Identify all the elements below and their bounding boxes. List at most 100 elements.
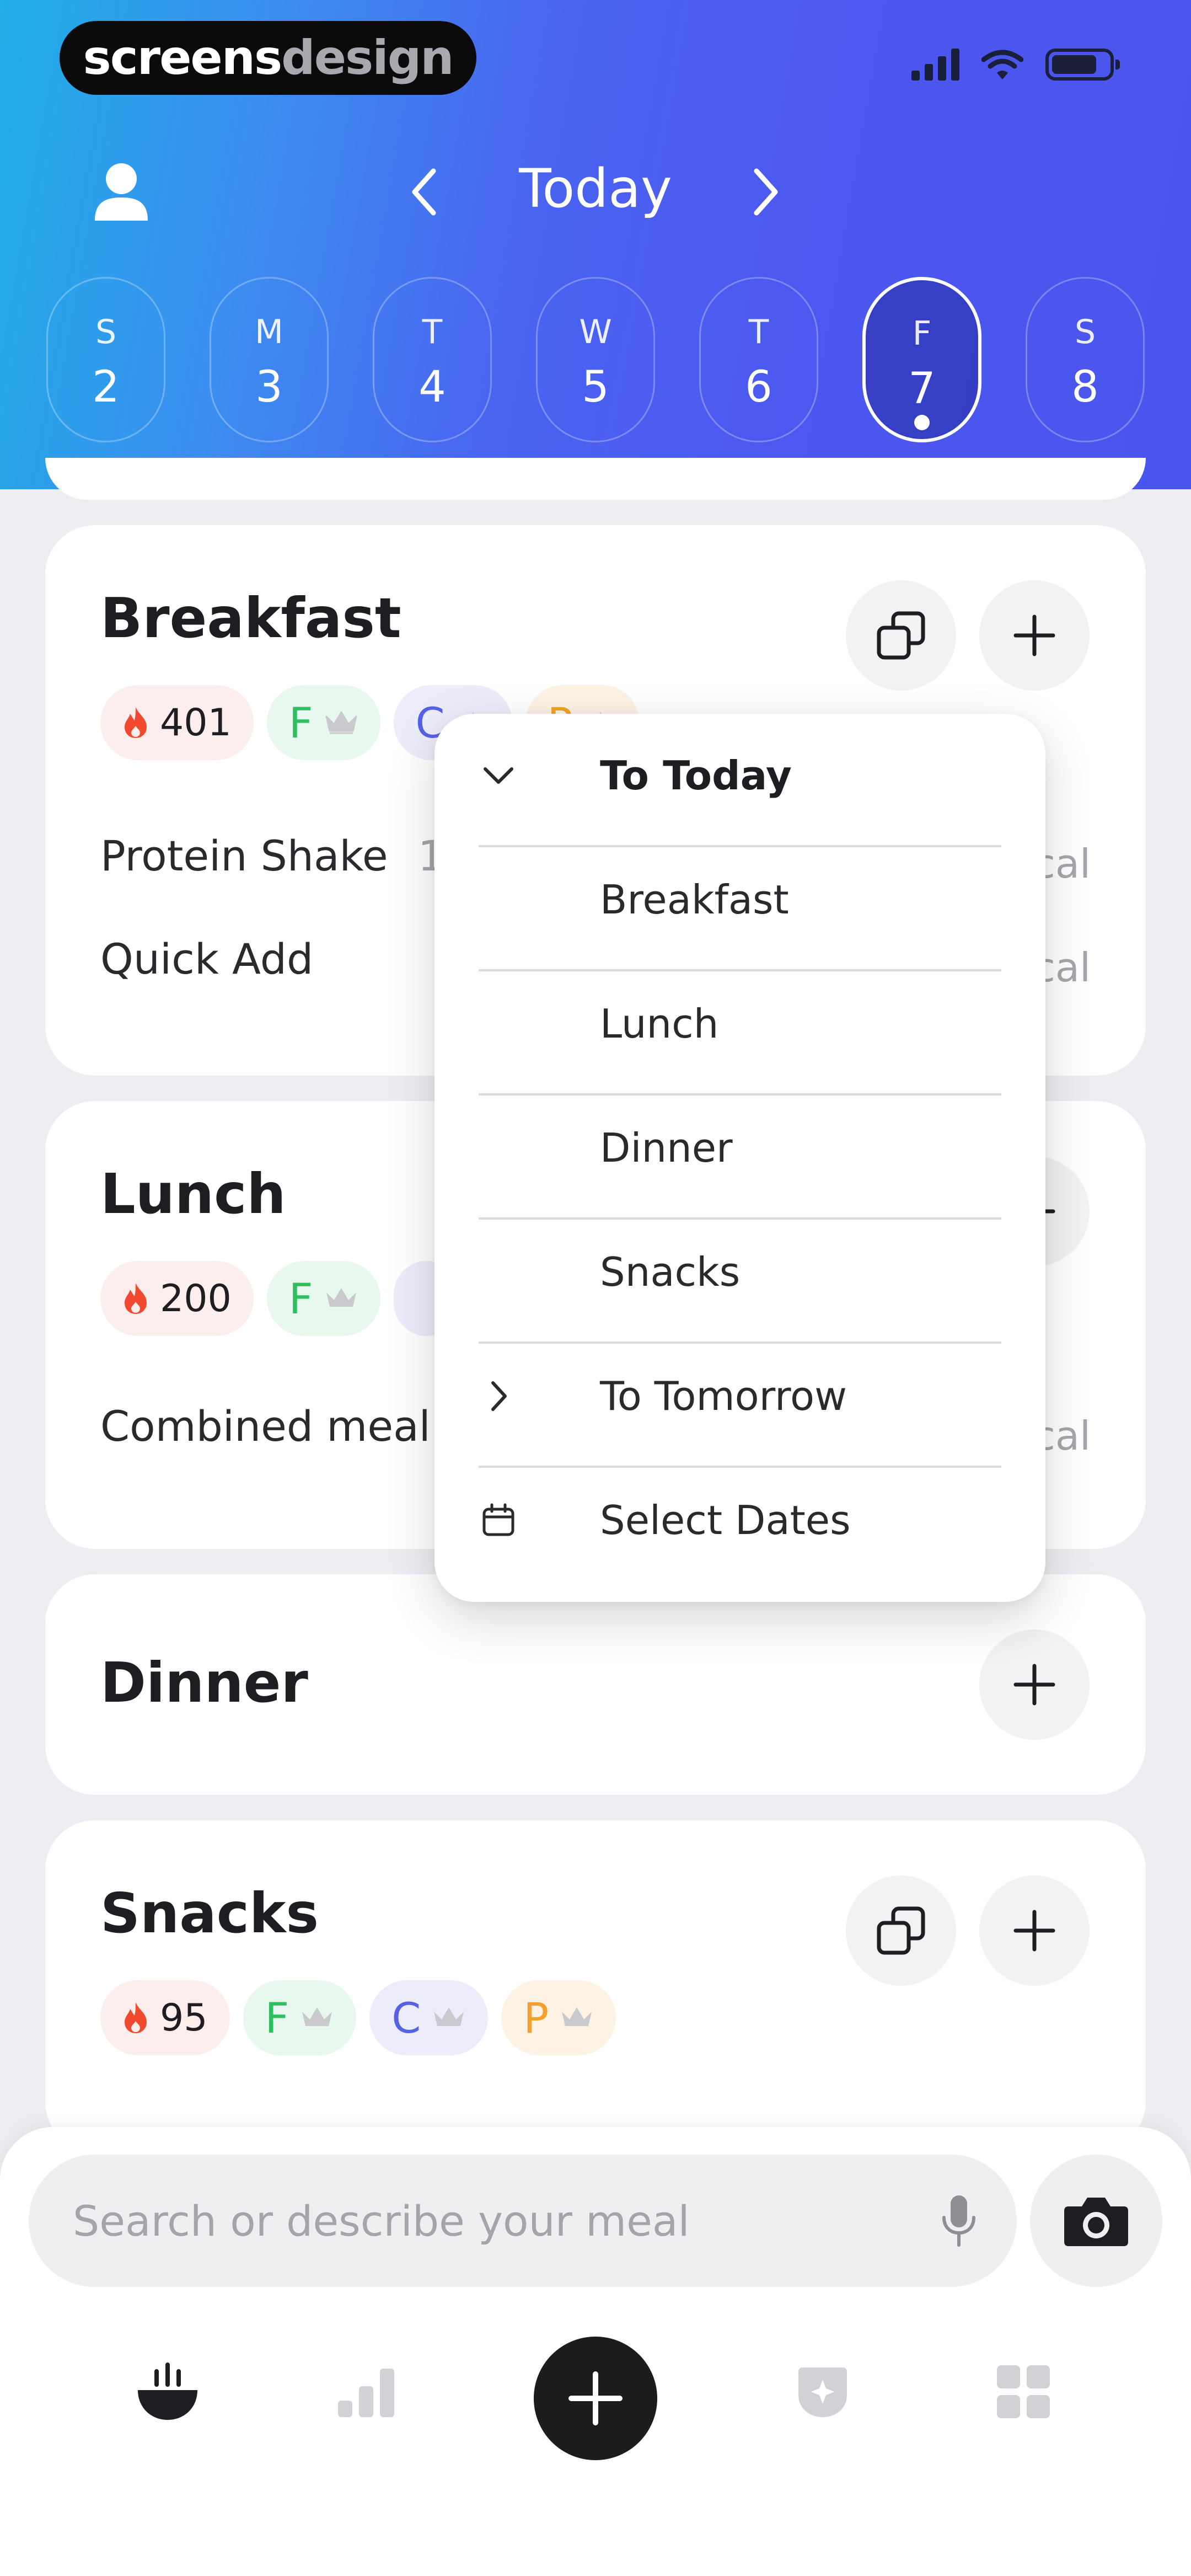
menu-item-breakfast[interactable]: Breakfast	[479, 838, 1001, 962]
calorie-value: 95	[160, 1996, 208, 2040]
fat-chip[interactable]: F	[266, 685, 380, 760]
day-mon-3[interactable]: M 3	[210, 277, 329, 442]
day-thu-6[interactable]: T 6	[699, 277, 818, 442]
previous-card-edge	[45, 458, 1146, 500]
copy-meal-button[interactable]	[846, 580, 956, 691]
day-number: 2	[92, 362, 120, 412]
search-input[interactable]	[73, 2155, 900, 2287]
macro-chips: 200 F	[100, 1261, 460, 1336]
protein-chip[interactable]: P	[501, 1980, 616, 2055]
day-letter: T	[748, 313, 769, 351]
copy-icon	[877, 611, 925, 660]
day-number: 7	[908, 364, 936, 414]
day-letter: S	[1074, 313, 1096, 351]
plus-icon	[1013, 1910, 1055, 1952]
menu-item-to-today[interactable]: To Today	[479, 714, 1001, 838]
chevron-left-icon[interactable]	[408, 165, 441, 218]
add-entry-button[interactable]	[534, 2337, 657, 2460]
flame-icon	[125, 1283, 147, 1314]
plus-icon	[1013, 614, 1055, 656]
menu-label: Lunch	[600, 1001, 719, 1047]
copy-to-menu: To Today Breakfast Lunch Dinner Snacks T…	[434, 714, 1045, 1602]
calorie-value: 200	[160, 1276, 232, 1321]
user-icon[interactable]	[93, 162, 150, 222]
menu-item-to-tomorrow[interactable]: To Tomorrow	[479, 1334, 1001, 1458]
tab-plans[interactable]	[768, 2337, 878, 2447]
calorie-chip[interactable]: 95	[100, 1980, 230, 2055]
add-food-button[interactable]	[979, 580, 1090, 691]
copy-meal-button[interactable]	[846, 1875, 956, 1986]
menu-item-dinner[interactable]: Dinner	[479, 1086, 1001, 1210]
day-wed-5[interactable]: W 5	[536, 277, 655, 442]
plus-icon	[1013, 1664, 1055, 1706]
date-title[interactable]: Today	[474, 158, 717, 220]
carbs-chip[interactable]: C	[369, 1980, 489, 2055]
meal-card-snacks: Snacks 95 F C P	[45, 1820, 1146, 2151]
crown-icon	[325, 711, 357, 734]
wifi-icon	[981, 50, 1023, 79]
meal-title: Dinner	[100, 1650, 308, 1715]
fat-letter: F	[265, 1993, 289, 2043]
day-letter: F	[912, 314, 932, 353]
day-number: 8	[1071, 362, 1099, 412]
menu-item-select-dates[interactable]: Select Dates	[479, 1458, 1001, 1583]
day-fri-7-selected[interactable]: F 7	[862, 277, 981, 442]
checkmark-icon	[479, 756, 518, 795]
day-number: 6	[745, 362, 772, 412]
week-strip: S 2 M 3 T 4 W 5 T 6 F 7 S 8	[46, 277, 1149, 442]
fat-letter: F	[288, 1274, 313, 1323]
fat-chip[interactable]: F	[266, 1261, 380, 1336]
add-food-button[interactable]	[979, 1629, 1090, 1740]
day-letter: W	[579, 313, 612, 351]
day-letter: M	[255, 313, 283, 351]
day-letter: S	[95, 313, 117, 351]
flame-icon	[125, 707, 147, 738]
calorie-chip[interactable]: 200	[100, 1261, 254, 1336]
protein-letter: P	[523, 1993, 549, 2043]
camera-icon	[1064, 2198, 1128, 2246]
menu-item-snacks[interactable]: Snacks	[479, 1210, 1001, 1334]
mic-icon[interactable]	[940, 2193, 978, 2248]
grid-icon	[997, 2365, 1050, 2418]
food-entry-quick-add[interactable]: Quick Add	[100, 934, 313, 984]
macro-chips: 95 F C P	[100, 1980, 616, 2055]
day-tue-4[interactable]: T 4	[373, 277, 492, 442]
menu-label: To Tomorrow	[600, 1373, 847, 1419]
tab-progress[interactable]	[311, 2337, 421, 2447]
tab-more[interactable]	[968, 2337, 1079, 2447]
flame-icon	[125, 2002, 147, 2033]
menu-label: To Today	[600, 752, 792, 799]
menu-label: Snacks	[600, 1249, 741, 1295]
bottom-panel	[0, 2127, 1191, 2576]
plus-icon	[568, 2371, 623, 2425]
brand-part2: design	[281, 30, 454, 85]
chevron-right-icon[interactable]	[749, 165, 782, 218]
meal-title: Snacks	[100, 1881, 319, 1946]
meal-card-dinner: Dinner	[45, 1574, 1146, 1795]
add-food-button[interactable]	[979, 1875, 1090, 1986]
menu-label: Select Dates	[600, 1497, 851, 1543]
calorie-chip[interactable]: 401	[100, 685, 254, 760]
brand-logo: screens design	[60, 21, 476, 95]
day-sat-8[interactable]: S 8	[1026, 277, 1145, 442]
status-bar	[911, 49, 1120, 81]
food-entry-combined-meal[interactable]: Combined meal	[100, 1402, 431, 1451]
fat-letter: F	[288, 698, 313, 747]
menu-label: Breakfast	[600, 877, 789, 923]
copy-icon	[877, 1906, 925, 1955]
food-entry-protein-shake[interactable]: Protein Shake 1	[100, 831, 444, 880]
meal-title: Lunch	[100, 1162, 286, 1226]
camera-button[interactable]	[1030, 2155, 1162, 2287]
stats-icon	[338, 2369, 394, 2417]
menu-label: Dinner	[600, 1125, 733, 1171]
badge-icon	[798, 2367, 847, 2417]
battery-icon	[1045, 49, 1120, 81]
day-sun-2[interactable]: S 2	[46, 277, 165, 442]
fat-chip[interactable]: F	[243, 1980, 357, 2055]
header: screens design Today S 2 M 3 T 4 W 5 T 6…	[0, 0, 1191, 489]
menu-item-lunch[interactable]: Lunch	[479, 962, 1001, 1086]
signal-icon	[911, 49, 959, 81]
brand-part1: screens	[83, 30, 283, 85]
tab-diary[interactable]	[112, 2337, 223, 2447]
day-letter: T	[422, 313, 443, 351]
